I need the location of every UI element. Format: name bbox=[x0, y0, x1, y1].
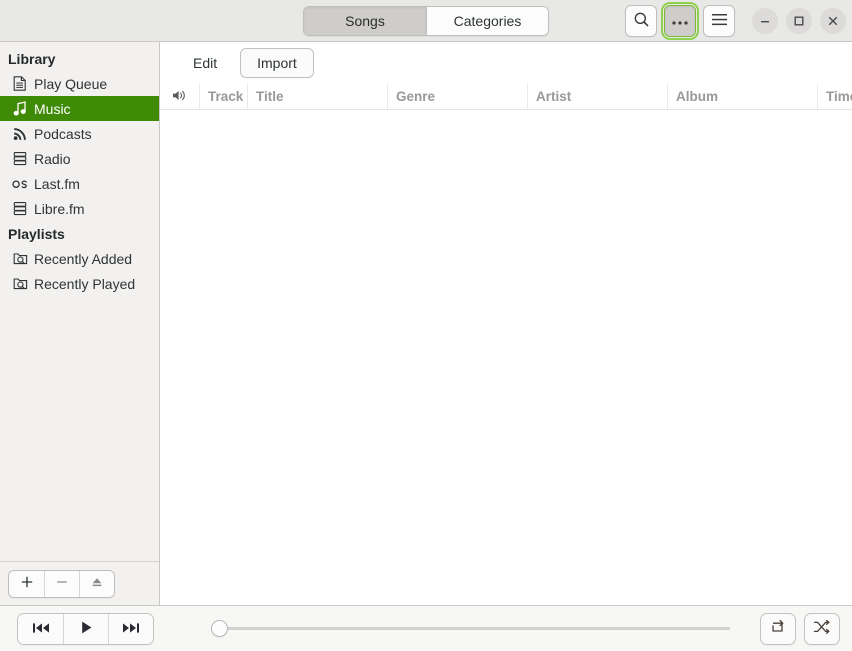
close-icon bbox=[827, 15, 839, 27]
column-header-track[interactable]: Track bbox=[200, 84, 248, 109]
smart-playlist-icon bbox=[12, 276, 28, 292]
window-controls bbox=[752, 7, 846, 34]
eject-icon bbox=[90, 575, 104, 592]
sidebar-item-label: Music bbox=[34, 100, 71, 117]
sidebar: Library Play Queue Music Podcasts Radio … bbox=[0, 42, 160, 605]
remove-source-button[interactable] bbox=[44, 570, 79, 597]
sidebar-item-play-queue[interactable]: Play Queue bbox=[0, 71, 159, 96]
song-table-header: Track Title Genre Artist Album Time bbox=[160, 84, 852, 110]
ellipsis-icon bbox=[671, 13, 689, 29]
minimize-icon bbox=[759, 15, 771, 27]
search-icon bbox=[633, 11, 650, 31]
play-button[interactable] bbox=[63, 613, 108, 644]
hamburger-menu-icon bbox=[711, 13, 728, 29]
sidebar-item-label: Podcasts bbox=[34, 125, 92, 142]
window-maximize-button[interactable] bbox=[786, 7, 812, 34]
column-header-playing[interactable] bbox=[164, 84, 200, 109]
shuffle-button[interactable] bbox=[804, 612, 840, 645]
minus-icon bbox=[55, 575, 69, 592]
transport-controls bbox=[17, 612, 154, 645]
window-close-button[interactable] bbox=[820, 7, 846, 34]
add-source-button[interactable] bbox=[9, 570, 44, 597]
window-body: Library Play Queue Music Podcasts Radio … bbox=[0, 42, 852, 605]
header-actions bbox=[625, 1, 846, 40]
tab-songs[interactable]: Songs bbox=[304, 6, 426, 35]
header-bar: Songs Categories bbox=[0, 0, 852, 42]
repeat-icon bbox=[769, 619, 787, 638]
sidebar-item-music[interactable]: Music bbox=[0, 96, 159, 121]
stack-icon bbox=[12, 151, 28, 167]
rss-icon bbox=[12, 126, 28, 142]
player-mode-buttons bbox=[760, 612, 840, 645]
content-toolbar: Edit Import bbox=[160, 42, 852, 84]
smart-playlist-icon bbox=[12, 251, 28, 267]
import-button[interactable]: Import bbox=[240, 48, 314, 78]
music-note-icon bbox=[12, 101, 28, 117]
sidebar-item-lastfm[interactable]: Last.fm bbox=[0, 171, 159, 196]
seek-slider[interactable] bbox=[211, 613, 730, 645]
edit-button[interactable]: Edit bbox=[178, 49, 232, 77]
seek-slider-thumb[interactable] bbox=[211, 620, 228, 637]
music-player-window: Songs Categories Library Play Queue Musi… bbox=[0, 0, 852, 651]
seek-slider-track bbox=[219, 627, 730, 630]
column-header-title[interactable]: Title bbox=[248, 84, 388, 109]
sidebar-action-button-group bbox=[8, 569, 115, 598]
plus-icon bbox=[20, 575, 34, 592]
sidebar-item-podcasts[interactable]: Podcasts bbox=[0, 121, 159, 146]
maximize-icon bbox=[793, 15, 805, 27]
column-header-album[interactable]: Album bbox=[668, 84, 818, 109]
next-button[interactable] bbox=[108, 613, 153, 644]
document-icon bbox=[12, 76, 28, 92]
main-menu-button[interactable] bbox=[703, 4, 735, 37]
more-options-button[interactable] bbox=[661, 1, 699, 40]
window-minimize-button[interactable] bbox=[752, 7, 778, 34]
speaker-icon bbox=[172, 89, 187, 105]
previous-track-icon bbox=[32, 621, 50, 637]
song-table-body[interactable] bbox=[160, 110, 852, 605]
sidebar-list: Library Play Queue Music Podcasts Radio … bbox=[0, 42, 159, 561]
view-tab-switcher: Songs Categories bbox=[303, 5, 549, 36]
shuffle-icon bbox=[813, 619, 831, 638]
stack-icon bbox=[12, 201, 28, 217]
sidebar-item-recently-played[interactable]: Recently Played bbox=[0, 271, 159, 296]
next-track-icon bbox=[122, 621, 140, 637]
column-header-genre[interactable]: Genre bbox=[388, 84, 528, 109]
sidebar-item-label: Radio bbox=[34, 150, 71, 167]
sidebar-item-librefm[interactable]: Libre.fm bbox=[0, 196, 159, 221]
sidebar-heading-playlists: Playlists bbox=[8, 226, 65, 242]
previous-button[interactable] bbox=[18, 613, 63, 644]
column-header-time[interactable]: Time bbox=[818, 84, 852, 109]
sidebar-item-label: Recently Played bbox=[34, 275, 136, 292]
tab-categories-label: Categories bbox=[453, 12, 522, 29]
play-icon bbox=[79, 620, 94, 638]
search-button[interactable] bbox=[625, 4, 657, 37]
sidebar-item-label: Recently Added bbox=[34, 250, 133, 267]
sidebar-action-bar bbox=[0, 561, 159, 605]
main-content: Edit Import Track Title Genre Artist Alb… bbox=[160, 42, 852, 605]
lastfm-icon bbox=[12, 176, 28, 192]
sidebar-item-recently-added[interactable]: Recently Added bbox=[0, 246, 159, 271]
eject-button[interactable] bbox=[79, 570, 114, 597]
sidebar-item-label: Play Queue bbox=[34, 75, 108, 92]
tab-categories[interactable]: Categories bbox=[426, 6, 548, 35]
tab-songs-label: Songs bbox=[345, 12, 385, 29]
sidebar-item-radio[interactable]: Radio bbox=[0, 146, 159, 171]
sidebar-item-label: Last.fm bbox=[34, 175, 80, 192]
column-header-artist[interactable]: Artist bbox=[528, 84, 668, 109]
player-bar bbox=[0, 605, 852, 651]
repeat-button[interactable] bbox=[760, 612, 796, 645]
sidebar-heading-library: Library bbox=[8, 51, 56, 67]
sidebar-item-label: Libre.fm bbox=[34, 200, 85, 217]
